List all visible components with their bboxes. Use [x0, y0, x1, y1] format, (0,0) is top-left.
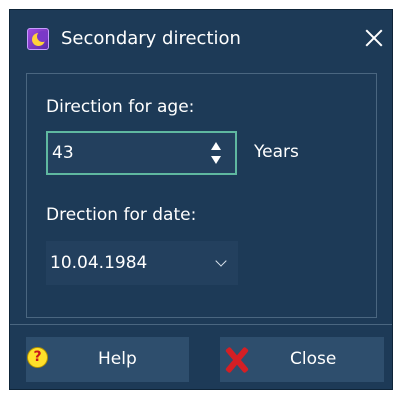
date-label: Drection for date:	[46, 205, 197, 225]
chevron-down-icon[interactable]	[215, 255, 227, 267]
date-picker[interactable]: 10.04.1984	[46, 241, 238, 285]
divider	[10, 324, 392, 325]
age-label: Direction for age:	[46, 97, 195, 117]
date-value: 10.04.1984	[50, 253, 148, 273]
close-icon[interactable]	[362, 26, 386, 50]
moon-icon	[27, 28, 49, 50]
window-title: Secondary direction	[61, 28, 241, 49]
age-spinbox[interactable]: 43	[46, 131, 237, 175]
spin-down-icon[interactable]	[211, 156, 221, 164]
close-button-label: Close	[290, 349, 337, 369]
close-icon	[224, 347, 250, 373]
help-button-label: Help	[98, 349, 137, 369]
secondary-direction-dialog: Secondary direction Direction for age: 4…	[9, 9, 393, 390]
help-icon: ?	[27, 347, 48, 368]
spin-up-icon[interactable]	[211, 142, 221, 150]
title-bar: Secondary direction	[10, 10, 392, 62]
direction-panel: Direction for age: 43 Years Drection for…	[26, 73, 377, 318]
age-input[interactable]: 43	[52, 142, 74, 164]
close-button[interactable]: Close	[220, 337, 384, 382]
age-units-label: Years	[254, 142, 299, 162]
help-button[interactable]: ? Help	[26, 337, 189, 382]
